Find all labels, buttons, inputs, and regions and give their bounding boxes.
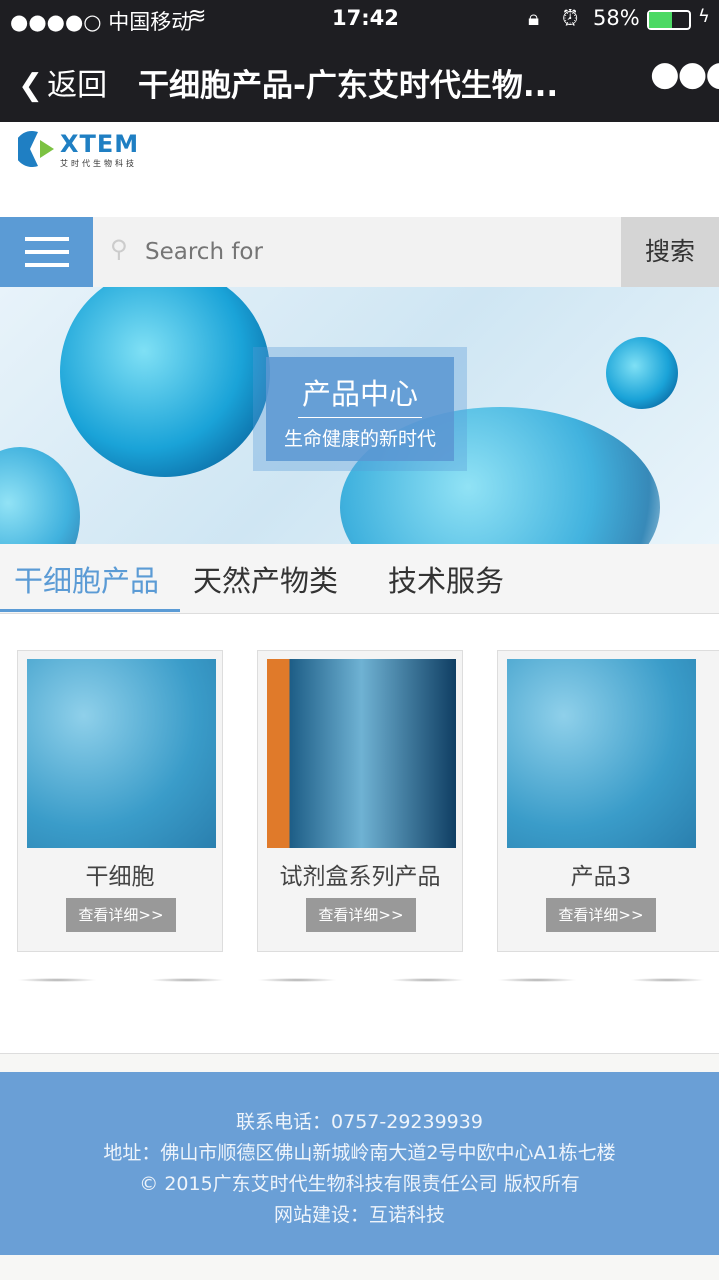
- footer: 联系电话：0757-29239939 地址：佛山市顺德区佛山新城岭南大道2号中欧…: [0, 1072, 719, 1255]
- search-button[interactable]: 搜索: [621, 217, 719, 287]
- product-card[interactable]: 干细胞 查看详细>>: [17, 650, 223, 952]
- view-details-button[interactable]: 查看详细>>: [66, 898, 176, 932]
- rotation-lock-icon: 🔒︎: [528, 6, 540, 30]
- carrier: ●●●●○ 中国移动: [10, 10, 193, 34]
- active-tab-indicator: [0, 609, 180, 612]
- battery-icon: [647, 10, 691, 30]
- tab-natural-products[interactable]: 天然产物类: [193, 558, 338, 600]
- search-input[interactable]: [145, 227, 615, 277]
- back-label: 返回: [47, 68, 108, 103]
- footer-phone[interactable]: 联系电话：0757-29239939: [0, 1107, 719, 1138]
- view-details-button[interactable]: 查看详细>>: [546, 898, 656, 932]
- product-card[interactable]: 产品3 查看详细>>: [497, 650, 719, 952]
- battery-percent: 58%: [593, 6, 640, 30]
- menu-button[interactable]: [0, 217, 93, 287]
- page-title: 干细胞产品-广东艾时代生物...: [138, 68, 559, 104]
- product-list: 干细胞 查看详细>> 试剂盒系列产品 查看详细>> 产品3 查看详细>>: [0, 614, 719, 1054]
- banner-caption: 产品中心 生命健康的新时代: [266, 357, 454, 461]
- product-image[interactable]: [267, 659, 456, 848]
- category-tabs: 干细胞产品 天然产物类 技术服务: [0, 544, 719, 614]
- footer-address: 地址：佛山市顺德区佛山新城岭南大道2号中欧中心A1栋七楼: [103, 1142, 616, 1164]
- logo-mark-icon: [14, 131, 54, 167]
- view-details-button[interactable]: 查看详细>>: [306, 898, 416, 932]
- chevron-left-icon: ❮: [18, 68, 44, 103]
- footer-builder: 网站建设：互诺科技: [273, 1204, 445, 1226]
- tab-tech-services[interactable]: 技术服务: [388, 558, 504, 600]
- product-title[interactable]: 干细胞: [18, 857, 222, 891]
- search-bar: ⚲ 搜索: [0, 217, 719, 287]
- logo[interactable]: XTEM 艾时代生物科技: [14, 130, 138, 172]
- product-image[interactable]: [27, 659, 216, 848]
- time: 17:42: [332, 6, 399, 30]
- wifi-icon: ≋: [188, 4, 207, 29]
- back-button[interactable]: ❮ 返回: [18, 60, 107, 104]
- banner: 产品中心 生命健康的新时代: [0, 287, 719, 544]
- product-image[interactable]: [507, 659, 696, 848]
- header: XTEM 艾时代生物科技: [0, 122, 719, 217]
- alarm-icon: ⏰︎: [562, 6, 579, 30]
- status-bar: ●●●●○ 中国移动 ≋ 17:42 🔒︎ ⏰︎ 58% ϟ: [0, 0, 719, 40]
- banner-subtitle: 生命健康的新时代: [283, 428, 436, 450]
- product-title[interactable]: 试剂盒系列产品: [258, 857, 462, 891]
- product-card[interactable]: 试剂盒系列产品 查看详细>>: [257, 650, 463, 952]
- banner-title: 产品中心: [298, 371, 422, 418]
- search-icon: ⚲: [110, 235, 128, 263]
- tab-stem-cell[interactable]: 干细胞产品: [14, 558, 159, 600]
- charging-icon: ϟ: [698, 6, 710, 27]
- nav-bar: ❮返回 干细胞产品-广东艾时代生物... ●●●: [0, 40, 719, 122]
- footer-copyright: © 2015广东艾时代生物科技有限责任公司 版权所有: [139, 1173, 580, 1195]
- product-title[interactable]: 产品3: [498, 857, 704, 891]
- more-button[interactable]: ●●●: [650, 54, 719, 94]
